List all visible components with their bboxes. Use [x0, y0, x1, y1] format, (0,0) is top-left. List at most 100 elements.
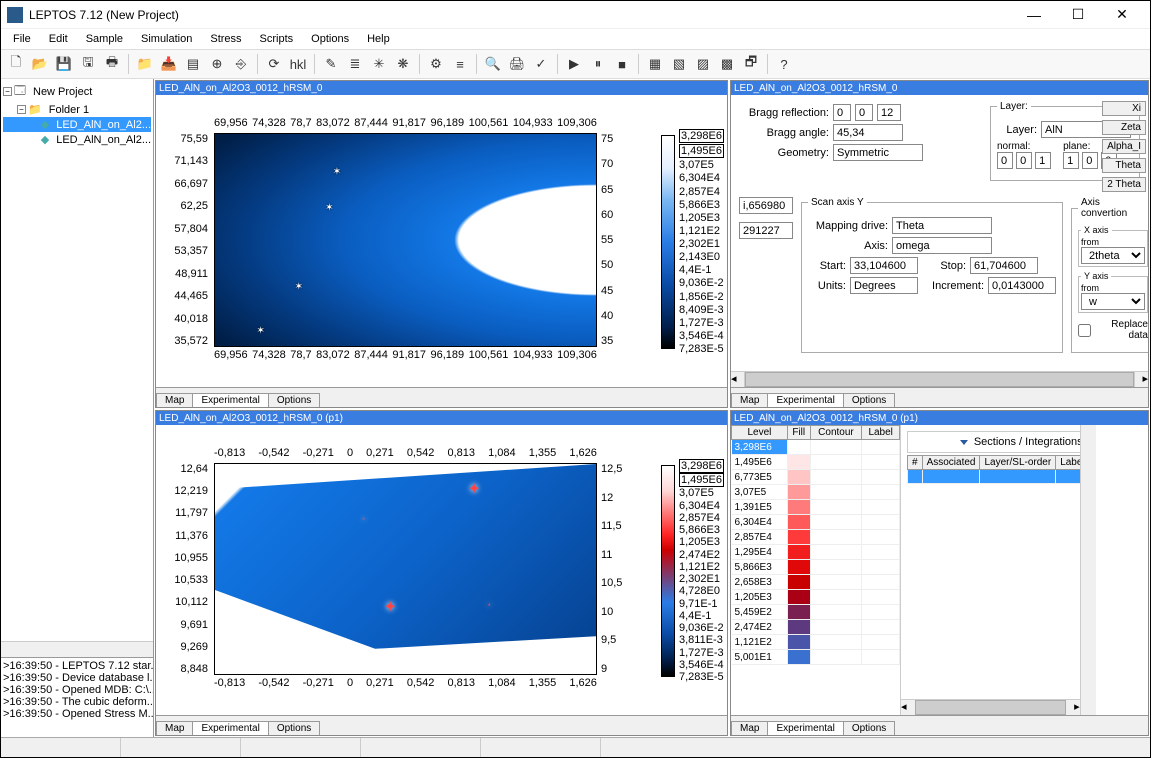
minimize-button[interactable]: —	[1012, 2, 1056, 28]
stop-button[interactable]: ■	[611, 53, 633, 75]
new-button[interactable]: 🗋	[5, 53, 27, 75]
tree-item[interactable]: LED_AlN_on_Al2...	[56, 119, 151, 131]
plane-1[interactable]	[1082, 152, 1098, 169]
tab-experimental[interactable]: Experimental	[767, 393, 843, 407]
sim-run-button[interactable]: ⚙	[425, 53, 447, 75]
units-input[interactable]	[850, 277, 918, 294]
level-row[interactable]: 1,495E6	[732, 455, 900, 470]
window-button[interactable]: 🗗	[740, 53, 762, 75]
normal-2[interactable]	[1035, 152, 1051, 169]
menu-simulation[interactable]: Simulation	[133, 31, 200, 47]
tree-item[interactable]: LED_AlN_on_Al2...	[56, 134, 151, 146]
maximize-button[interactable]: ☐	[1056, 2, 1100, 28]
level-row[interactable]: 2,474E2	[732, 620, 900, 635]
tab-map[interactable]: Map	[156, 721, 193, 735]
sim-stack-button[interactable]: ≡	[449, 53, 471, 75]
menu-help[interactable]: Help	[359, 31, 398, 47]
side-tab-alpha_i[interactable]: Alpha_I	[1102, 139, 1146, 154]
menu-stress[interactable]: Stress	[202, 31, 249, 47]
open-button[interactable]: 📂	[29, 53, 51, 75]
menu-file[interactable]: File	[5, 31, 39, 47]
level-row[interactable]: 1,205E3	[732, 590, 900, 605]
tab-options[interactable]: Options	[843, 393, 895, 407]
y-axis-select[interactable]: w	[1081, 293, 1145, 310]
pause-button[interactable]: ⏸	[587, 53, 609, 75]
tab-options[interactable]: Options	[268, 721, 320, 735]
tab-experimental[interactable]: Experimental	[767, 721, 843, 735]
grid-3-button[interactable]: ▨	[692, 53, 714, 75]
tree-folder[interactable]: Folder 1	[49, 104, 89, 116]
left-val-1[interactable]	[739, 222, 793, 239]
level-row[interactable]: 5,001E1	[732, 650, 900, 665]
levels-table[interactable]: LevelFillContourLabel3,298E61,495E66,773…	[731, 425, 901, 715]
import-button[interactable]: 📥	[158, 53, 180, 75]
close-button[interactable]: ✕	[1100, 2, 1144, 28]
zoom-region-button[interactable]: 🔍	[482, 53, 504, 75]
menu-sample[interactable]: Sample	[78, 31, 131, 47]
left-val-0[interactable]	[739, 197, 793, 214]
replace-data-check[interactable]	[1078, 324, 1091, 337]
play-button[interactable]: ▶	[563, 53, 585, 75]
tab-map[interactable]: Map	[731, 721, 768, 735]
side-tab-zeta[interactable]: Zeta	[1102, 120, 1146, 135]
tab-map[interactable]: Map	[156, 393, 193, 407]
spark-button[interactable]: ✳	[368, 53, 390, 75]
db-add-button[interactable]: ⊕	[206, 53, 228, 75]
tree-hscroll[interactable]	[1, 641, 153, 657]
level-row[interactable]: 1,295E4	[732, 545, 900, 560]
level-row[interactable]: 2,658E3	[732, 575, 900, 590]
project-tree[interactable]: −🗔 New Project −📁 Folder 1 ◆ LED_AlN_on_…	[1, 79, 153, 641]
db-link-button[interactable]: ⎆	[230, 53, 252, 75]
tab-options[interactable]: Options	[268, 393, 320, 407]
side-tab-xi[interactable]: Xi	[1102, 101, 1146, 116]
level-row[interactable]: 1,391E5	[732, 500, 900, 515]
side-tab-2 theta[interactable]: 2 Theta	[1102, 177, 1146, 192]
stop-input[interactable]	[970, 257, 1038, 274]
geometry-input[interactable]	[833, 144, 923, 161]
open-folder-button[interactable]: 📁	[134, 53, 156, 75]
colorbar-top[interactable]	[661, 135, 675, 349]
table-button[interactable]: ▤	[182, 53, 204, 75]
settings-spark-button[interactable]: ❋	[392, 53, 414, 75]
print-button[interactable]: 🖨	[506, 53, 528, 75]
grid-1-button[interactable]: ▦	[644, 53, 666, 75]
bragg-h-input[interactable]	[833, 104, 851, 121]
layers-button[interactable]: ≣	[344, 53, 366, 75]
bragg-angle-input[interactable]	[833, 124, 903, 141]
refresh-button[interactable]: ⟳	[263, 53, 285, 75]
expand-icon[interactable]: −	[3, 87, 12, 96]
save-all-button[interactable]: 🖫	[77, 53, 99, 75]
print-doc-button[interactable]: 🖶	[101, 53, 123, 75]
mapping-drive-input[interactable]	[892, 217, 992, 234]
normal-1[interactable]	[1016, 152, 1032, 169]
level-row[interactable]: 6,773E5	[732, 470, 900, 485]
levels-hscroll[interactable]: ◂▸	[901, 699, 1080, 715]
normal-0[interactable]	[997, 152, 1013, 169]
associations-table[interactable]: #AssociatedLayer/SL-orderLabel	[907, 455, 1090, 484]
grid-2-button[interactable]: ▧	[668, 53, 690, 75]
tree-root[interactable]: New Project	[33, 86, 92, 98]
level-row[interactable]: 3,298E6	[732, 440, 900, 455]
tab-experimental[interactable]: Experimental	[192, 393, 268, 407]
bragg-l-input[interactable]	[877, 104, 901, 121]
menu-options[interactable]: Options	[303, 31, 357, 47]
level-row[interactable]: 5,459E2	[732, 605, 900, 620]
x-axis-select[interactable]: 2theta	[1081, 247, 1145, 264]
level-row[interactable]: 3,07E5	[732, 485, 900, 500]
tab-options[interactable]: Options	[843, 721, 895, 735]
level-row[interactable]: 1,121E2	[732, 635, 900, 650]
chart-bottom[interactable]: -0,813-0,542-0,27100,2710,5420,8131,0841…	[206, 435, 635, 693]
chart-top[interactable]: 69,95674,32878,783,07287,44491,81796,189…	[206, 105, 635, 365]
params-hscroll[interactable]: ◂▸	[731, 371, 1148, 387]
tab-map[interactable]: Map	[731, 393, 768, 407]
level-row[interactable]: 2,857E4	[732, 530, 900, 545]
levels-vscroll[interactable]	[1080, 425, 1096, 715]
grid-4-button[interactable]: ▩	[716, 53, 738, 75]
check-button[interactable]: ✓	[530, 53, 552, 75]
hkl-button[interactable]: hkl	[287, 53, 309, 75]
sections-header[interactable]: Sections / Integrations	[907, 431, 1090, 453]
help-button[interactable]: ?	[773, 53, 795, 75]
axis-input[interactable]	[892, 237, 992, 254]
side-tab-theta[interactable]: Theta	[1102, 158, 1146, 173]
save-button[interactable]: 💾	[53, 53, 75, 75]
